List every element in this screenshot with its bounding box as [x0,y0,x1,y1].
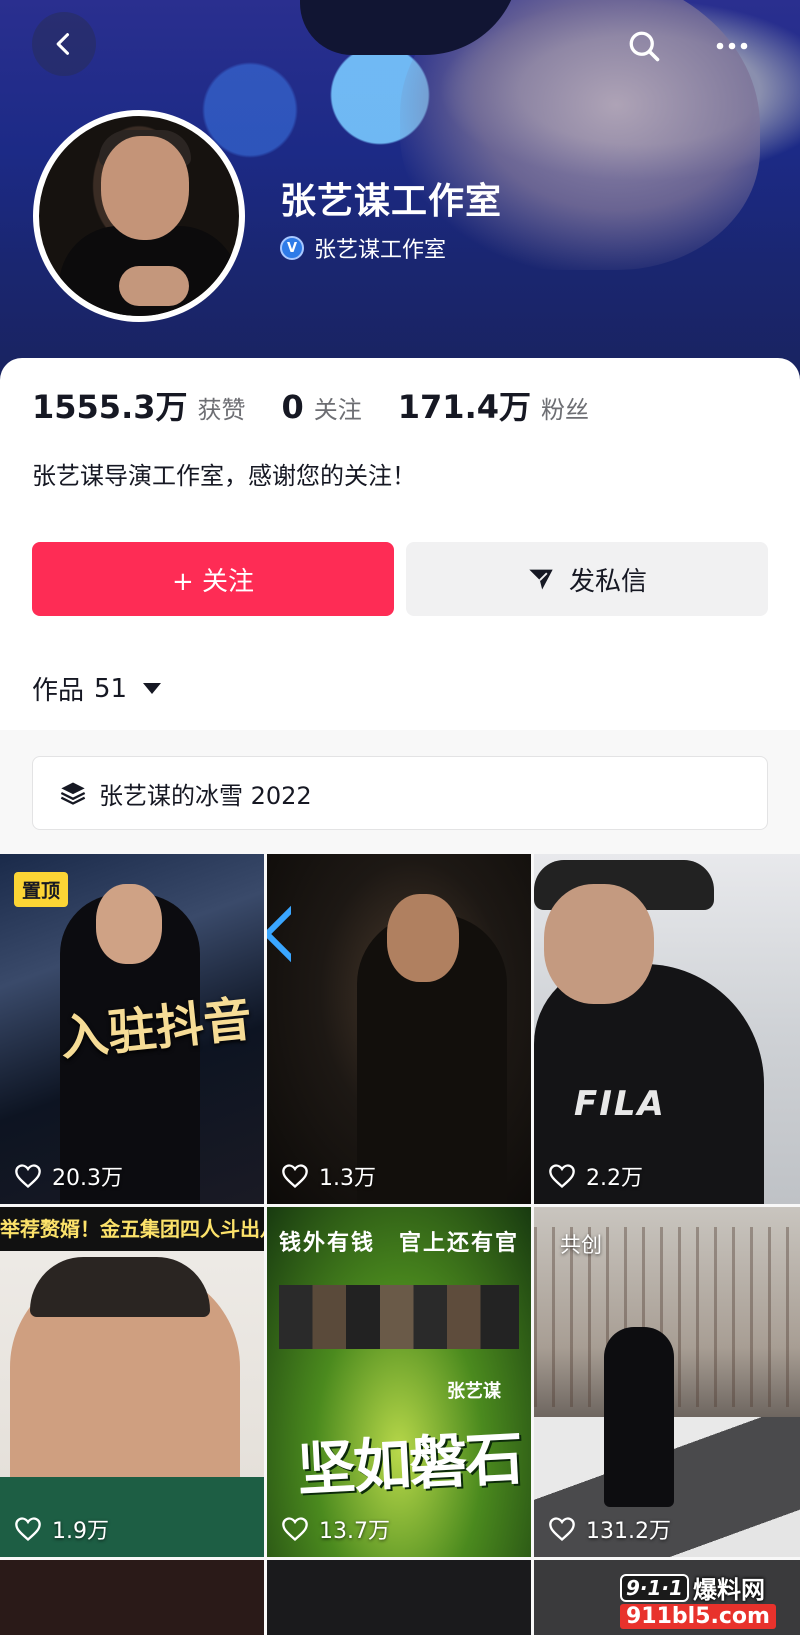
message-label: 发私信 [568,566,647,597]
likes-count: 1555.3万 [32,388,188,426]
video-tile[interactable]: 钱外有钱 官上还有官 张艺谋 坚如磐石 13.7万 [267,1207,531,1557]
video-likes: 131.2万 [548,1513,671,1545]
video-tile[interactable]: 1.3万 [267,854,531,1204]
video-likes: 13.7万 [281,1513,390,1545]
heart-icon [15,1517,41,1542]
dropdown-icon [143,683,162,694]
following-label[interactable]: 关注 [314,390,362,425]
video-tile[interactable]: FILA 2.2万 [534,854,800,1204]
profile-banner: 张艺谋工作室 V 张艺谋工作室 [0,0,800,380]
heart-icon [549,1517,575,1542]
avatar[interactable] [33,110,245,322]
video-grid: 入驻抖音 置顶 20.3万 1.3万 FILA 2.2万 举荐赘婿！金五集团四人… [0,854,800,1635]
video-likes: 2.2万 [548,1160,643,1192]
heart-icon [15,1164,41,1189]
profile-card: 1555.3万 获赞 0 关注 171.4万 粉丝 张艺谋导演工作室，感谢您的关… [0,358,800,1635]
video-likes: 1.9万 [14,1513,109,1545]
follow-button[interactable]: + 关注 [32,542,394,616]
heart-icon [282,1164,308,1189]
heart-icon [549,1164,575,1189]
search-icon [629,31,660,62]
profile-bio: 张艺谋导演工作室，感谢您的关注！ [32,462,416,490]
collection-label: 张艺谋的冰雪 2022 [99,781,312,810]
video-tile[interactable]: 共创 131.2万 [534,1207,800,1557]
send-icon [529,569,553,590]
likes-count: 1.3万 [319,1166,376,1191]
heart-icon [282,1517,308,1542]
back-icon [56,33,70,55]
video-likes: 20.3万 [14,1160,123,1192]
collab-badge: 共创 [560,1233,602,1257]
message-button[interactable]: 发私信 [406,542,768,616]
tab-works[interactable]: 作品 51 [32,670,162,707]
followers-label[interactable]: 粉丝 [541,390,589,425]
likes-count: 1.9万 [52,1519,109,1544]
stats-row: 1555.3万 获赞 0 关注 171.4万 粉丝 [32,382,625,428]
search-button[interactable] [620,22,668,70]
more-icon [716,42,748,50]
more-button[interactable] [708,22,756,70]
works-count: 51 [94,673,128,704]
video-tile[interactable] [0,1560,264,1635]
stack-icon [60,782,86,805]
likes-count: 131.2万 [586,1519,671,1544]
video-tile[interactable]: 入驻抖音 置顶 20.3万 [0,854,264,1204]
collection-entry[interactable]: 张艺谋的冰雪 2022 [32,756,768,830]
watermark-logo: 9·1·1 [620,1573,689,1602]
video-tile[interactable] [267,1560,531,1635]
video-overlay-tagline: 钱外有钱 官上还有官 [278,1231,519,1256]
site-watermark: 9·1·1 爆料网 911bl5.com [620,1568,800,1635]
video-overlay-text: FILA [574,1084,666,1124]
likes-label: 获赞 [197,396,246,424]
follow-label: + 关注 [171,566,255,597]
video-overlay-text: 举荐赘婿！金五集团四人斗出八百 [0,1207,264,1251]
pinned-badge: 置顶 [14,872,69,907]
followers-count[interactable]: 171.4万 [398,382,531,428]
following-count[interactable]: 0 [282,388,304,426]
watermark-url: 911bl5.com [620,1604,776,1629]
watermark-text: 爆料网 [692,1576,765,1604]
video-overlay-title: 坚如磐石 [295,1424,523,1504]
video-overlay-director: 张艺谋 [447,1381,501,1402]
verified-label: 张艺谋工作室 [314,238,447,263]
video-likes: 1.3万 [281,1160,376,1192]
likes-count: 2.2万 [586,1166,643,1191]
video-tile[interactable]: 举荐赘婿！金五集团四人斗出八百 1.9万 [0,1207,264,1557]
likes-count: 20.3万 [52,1166,123,1191]
works-label: 作品 [32,676,85,706]
back-button[interactable] [32,12,96,76]
profile-name: 张艺谋工作室 [280,181,503,222]
likes-count: 13.7万 [319,1519,390,1544]
verified-row: V 张艺谋工作室 [280,232,446,264]
verified-icon: V [280,236,304,260]
